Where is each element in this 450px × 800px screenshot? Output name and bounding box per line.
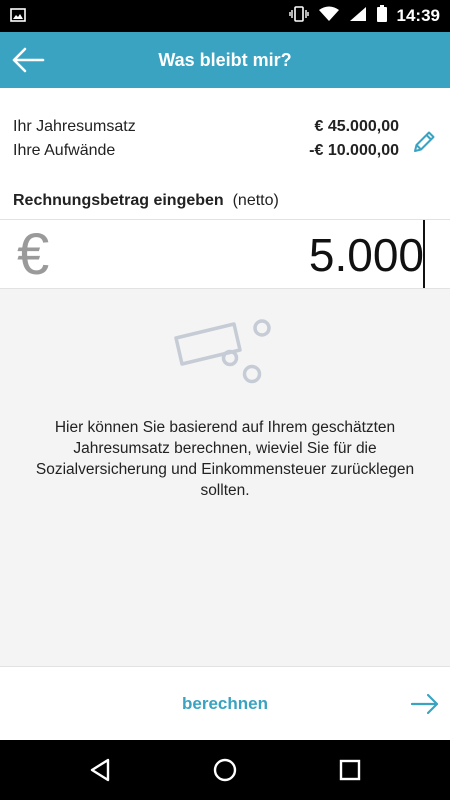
app-bar: Was bleibt mir? <box>0 32 450 88</box>
money-bill-coins-icon <box>170 316 280 388</box>
battery-icon <box>376 5 387 27</box>
invoice-label-suffix: (netto) <box>232 192 279 209</box>
invoice-amount-field[interactable]: € 5.000 <box>0 219 450 289</box>
recents-square-icon[interactable] <box>335 755 365 785</box>
page-title: Was bleibt mir? <box>158 50 292 70</box>
revenue-label: Ihr Jahresumsatz <box>13 118 136 135</box>
back-triangle-icon[interactable] <box>86 755 116 785</box>
vibrate-icon <box>288 5 309 27</box>
invoice-label-bold: Rechnungsbetrag eingeben <box>13 192 224 209</box>
pencil-icon[interactable] <box>410 128 438 156</box>
image-icon <box>10 8 26 27</box>
wifi-icon <box>318 6 339 27</box>
expenses-label: Ihre Aufwände <box>13 142 116 159</box>
arrow-right-icon <box>410 692 440 716</box>
revenue-value: € 45.000,00 <box>314 118 399 135</box>
expenses-value: -€ 10.000,00 <box>309 142 399 159</box>
euro-icon: € <box>17 222 50 287</box>
amount-input[interactable]: 5.000 <box>309 228 424 282</box>
calculate-label: berechnen <box>182 694 268 713</box>
signal-icon <box>349 6 367 27</box>
system-nav-bar <box>0 740 450 800</box>
info-text: Hier können Sie basierend auf Ihrem gesc… <box>35 419 415 499</box>
invoice-amount-label: Rechnungsbetrag eingeben (netto) <box>13 192 279 210</box>
calculate-button[interactable]: berechnen <box>0 667 450 741</box>
bottom-action-bar: berechnen <box>0 666 450 740</box>
status-icons: 14:39 <box>288 0 440 32</box>
status-bar: 14:39 <box>0 0 450 32</box>
text-caret <box>423 220 425 288</box>
status-time: 14:39 <box>396 6 440 25</box>
home-circle-icon[interactable] <box>210 755 240 785</box>
